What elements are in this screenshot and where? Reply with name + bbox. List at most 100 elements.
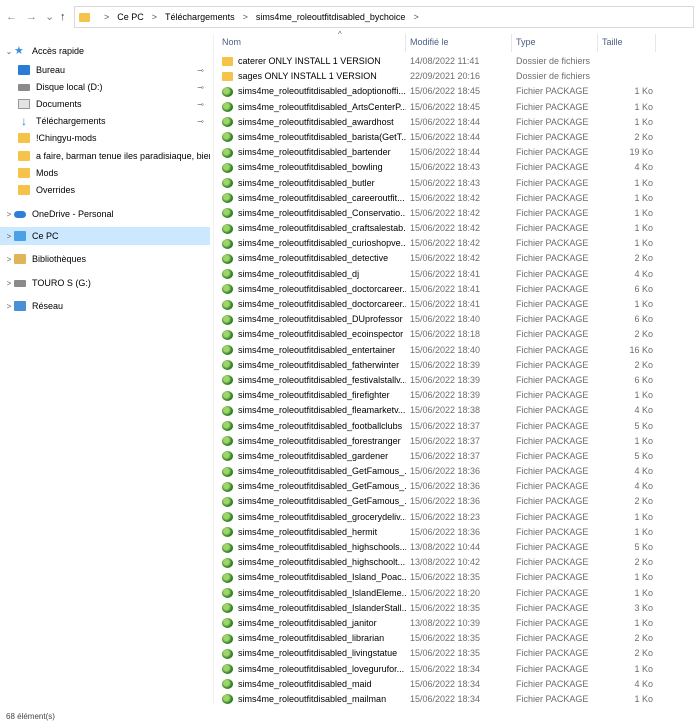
sidebar-item-a-faire-barman-tenue-iles-paradisiaque-biens[interactable]: a faire, barman tenue iles paradisiaque,… — [0, 147, 210, 165]
file-name: sims4me_roleoutfitdisabled_hermit — [238, 526, 378, 537]
file-name-cell: sims4me_roleoutfitdisabled_IslandEleme..… — [222, 586, 406, 601]
file-row[interactable]: sims4me_roleoutfitdisabled_barista(GetT.… — [218, 130, 658, 145]
file-size: 2 Ko — [634, 496, 653, 507]
sidebar-item-overrides[interactable]: Overrides — [0, 181, 210, 199]
file-row[interactable]: sims4me_roleoutfitdisabled_highschoolt..… — [218, 555, 658, 570]
address-bar[interactable]: > Ce PC > Téléchargements > sims4me_role… — [74, 6, 694, 28]
file-name: sims4me_roleoutfitdisabled_doctorcareer.… — [238, 283, 406, 294]
file-row[interactable]: sims4me_roleoutfitdisabled_ecoinspector 1… — [218, 327, 658, 342]
recent-locations-button[interactable]: ⌄ — [45, 10, 54, 24]
file-row[interactable]: sims4me_roleoutfitdisabled_GetFamous_...… — [218, 464, 658, 479]
chevron-right-icon[interactable]: > — [4, 279, 14, 288]
file-row[interactable]: sims4me_roleoutfitdisabled_detective 15/0… — [218, 251, 658, 266]
file-row[interactable]: sims4me_roleoutfitdisabled_forestranger 1… — [218, 434, 658, 449]
sidebar-item-acc-s-rapide[interactable]: ⌄ ★ Accès rapide — [0, 42, 210, 60]
file-row[interactable]: sims4me_roleoutfitdisabled_Island_Poac..… — [218, 570, 658, 585]
file-row[interactable]: sims4me_roleoutfitdisabled_highschools..… — [218, 540, 658, 555]
file-row[interactable]: sims4me_roleoutfitdisabled_doctorcareer.… — [218, 282, 658, 297]
sidebar-item-chingyu-mods[interactable]: !Chingyu-mods — [0, 129, 210, 147]
breadcrumb-telechargements[interactable]: Téléchargements — [165, 12, 235, 22]
package-file-icon — [222, 588, 233, 599]
sidebar-item-biblioth-ques[interactable]: > Bibliothèques — [0, 250, 210, 268]
folder-row[interactable]: caterer ONLY INSTALL 1 VERSION 14/08/2022… — [218, 54, 658, 69]
chevron-right-icon[interactable]: > — [4, 210, 14, 219]
library-icon — [14, 254, 26, 264]
file-date: 15/06/2022 18:36 — [410, 481, 481, 492]
file-date: 15/06/2022 18:35 — [410, 633, 481, 644]
sidebar-item-touro-s-g[interactable]: > TOURO S (G:) — [0, 274, 210, 292]
file-size: 3 Ko — [634, 602, 653, 613]
column-header-name[interactable]: Nom — [218, 34, 406, 52]
chevron-down-icon[interactable]: ⌄ — [4, 47, 14, 56]
file-row[interactable]: sims4me_roleoutfitdisabled_careeroutfit.… — [218, 191, 658, 206]
up-button[interactable]: ↑ — [60, 10, 66, 24]
file-row[interactable]: sims4me_roleoutfitdisabled_librarian 15/0… — [218, 631, 658, 646]
file-size: 1 Ko — [634, 86, 653, 97]
file-row[interactable]: sims4me_roleoutfitdisabled_dj 15/06/2022 … — [218, 267, 658, 282]
column-header-size[interactable]: Taille — [598, 34, 656, 52]
file-row[interactable]: sims4me_roleoutfitdisabled_doctorcareer.… — [218, 297, 658, 312]
file-row[interactable]: sims4me_roleoutfitdisabled_GetFamous_...… — [218, 479, 658, 494]
sidebar-item-onedrive-personal[interactable]: > OneDrive - Personal — [0, 205, 210, 223]
file-row[interactable]: sims4me_roleoutfitdisabled_bowling 15/06/… — [218, 160, 658, 175]
file-row[interactable]: sims4me_roleoutfitdisabled_mailman 15/06/… — [218, 692, 658, 707]
file-row[interactable]: sims4me_roleoutfitdisabled_livingstatue 1… — [218, 646, 658, 661]
file-row[interactable]: sims4me_roleoutfitdisabled_grocerydeliv.… — [218, 510, 658, 525]
folder-row[interactable]: sages ONLY INSTALL 1 VERSION 22/09/2021 2… — [218, 69, 658, 84]
file-name-cell: sims4me_roleoutfitdisabled_livingstatue — [222, 646, 406, 661]
sidebar-item-bureau[interactable]: Bureau ⊸ — [0, 61, 210, 79]
file-row[interactable]: sims4me_roleoutfitdisabled_gardener 15/06… — [218, 449, 658, 464]
file-row[interactable]: sims4me_roleoutfitdisabled_craftsalestab… — [218, 221, 658, 236]
file-row[interactable]: sims4me_roleoutfitdisabled_DUprofessor 15… — [218, 312, 658, 327]
file-row[interactable]: sims4me_roleoutfitdisabled_fleamarketv..… — [218, 403, 658, 418]
file-row[interactable]: sims4me_roleoutfitdisabled_bartender 15/0… — [218, 145, 658, 160]
forward-button[interactable]: → — [26, 10, 37, 24]
file-type: Fichier PACKAGE — [516, 617, 589, 628]
file-row[interactable]: sims4me_roleoutfitdisabled_IslanderStall… — [218, 601, 658, 616]
breadcrumb-current-folder[interactable]: sims4me_roleoutfitdisabled_bychoice — [256, 12, 406, 22]
sidebar-item-documents[interactable]: Documents ⊸ — [0, 95, 210, 113]
sidebar-item-ce-pc[interactable]: > Ce PC — [0, 227, 210, 245]
file-row[interactable]: sims4me_roleoutfitdisabled_fatherwinter 1… — [218, 358, 658, 373]
file-row[interactable]: sims4me_roleoutfitdisabled_festivalstall… — [218, 373, 658, 388]
chevron-right-icon[interactable]: > — [4, 232, 14, 241]
file-row[interactable]: sims4me_roleoutfitdisabled_firefighter 15… — [218, 388, 658, 403]
file-row[interactable]: sims4me_roleoutfitdisabled_janitor 13/08/… — [218, 616, 658, 631]
package-file-icon — [222, 329, 233, 340]
file-size: 5 Ko — [634, 420, 653, 431]
file-row[interactable]: sims4me_roleoutfitdisabled_Conservatio..… — [218, 206, 658, 221]
file-row[interactable]: sims4me_roleoutfitdisabled_awardhost 15/0… — [218, 115, 658, 130]
sidebar-item-label: Téléchargements — [36, 116, 106, 126]
file-row[interactable]: sims4me_roleoutfitdisabled_IslandEleme..… — [218, 586, 658, 601]
file-row[interactable]: sims4me_roleoutfitdisabled_GetFamous_...… — [218, 494, 658, 509]
file-row[interactable]: sims4me_roleoutfitdisabled_butler 15/06/2… — [218, 176, 658, 191]
file-row[interactable]: sims4me_roleoutfitdisabled_footballclubs… — [218, 419, 658, 434]
file-row[interactable]: sims4me_roleoutfitdisabled_hermit 15/06/2… — [218, 525, 658, 540]
chevron-right-icon[interactable]: > — [4, 255, 14, 264]
column-header-date[interactable]: Modifié le — [406, 34, 512, 52]
file-name: sims4me_roleoutfitdisabled_footballclubs — [238, 420, 403, 431]
file-size: 2 Ko — [634, 359, 653, 370]
column-header-type[interactable]: Type — [512, 34, 598, 52]
file-row[interactable]: sims4me_roleoutfitdisabled_entertainer 15… — [218, 343, 658, 358]
pane-divider[interactable] — [213, 34, 214, 704]
sidebar-item-disque-local-d[interactable]: Disque local (D:) ⊸ — [0, 78, 210, 96]
package-file-icon — [222, 436, 233, 447]
file-row[interactable]: sims4me_roleoutfitdisabled_adoptionoffi.… — [218, 84, 658, 99]
file-name-cell: caterer ONLY INSTALL 1 VERSION — [222, 54, 406, 69]
file-type: Fichier PACKAGE — [516, 405, 589, 416]
breadcrumb-ce-pc[interactable]: Ce PC — [117, 12, 144, 22]
file-name-cell: sims4me_roleoutfitdisabled_footballclubs — [222, 419, 406, 434]
file-row[interactable]: sims4me_roleoutfitdisabled_maid 15/06/202… — [218, 677, 658, 692]
file-type: Fichier PACKAGE — [516, 374, 589, 385]
file-row[interactable]: sims4me_roleoutfitdisabled_lovegurufor..… — [218, 662, 658, 677]
file-row[interactable]: sims4me_roleoutfitdisabled_ArtsCenterP..… — [218, 100, 658, 115]
sidebar-item-t-l-chargements[interactable]: ↓ Téléchargements ⊸ — [0, 112, 210, 130]
back-button[interactable]: ← — [6, 10, 17, 24]
sidebar-item-mods[interactable]: Mods — [0, 164, 210, 182]
sidebar-item-r-seau[interactable]: > Réseau — [0, 297, 210, 315]
file-row[interactable]: sims4me_roleoutfitdisabled_curioshopve..… — [218, 236, 658, 251]
file-size: 6 Ko — [634, 283, 653, 294]
chevron-right-icon[interactable]: > — [4, 302, 14, 311]
download-icon: ↓ — [21, 114, 27, 128]
